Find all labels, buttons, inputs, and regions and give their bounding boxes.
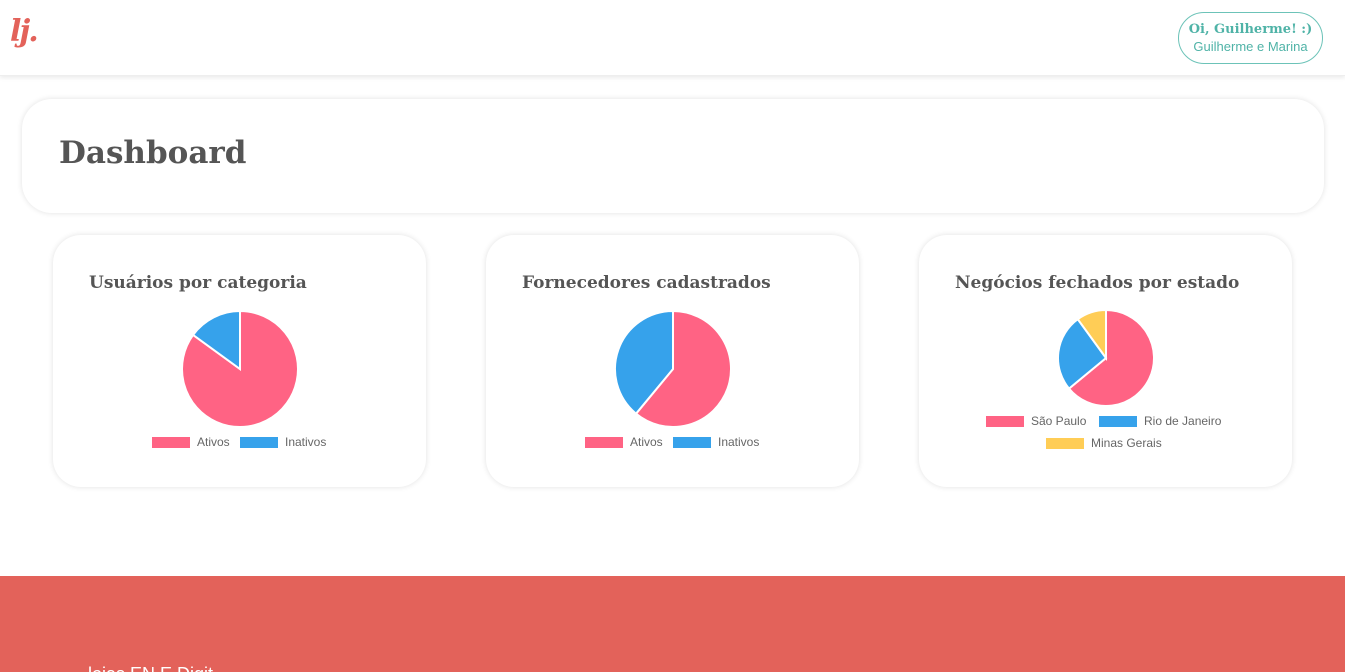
page-title: Dashboard — [59, 135, 247, 171]
top-navbar: lj. Oi, Guilherme! :) Guilherme e Marina — [0, 0, 1345, 76]
legend-item[interactable]: Ativos — [585, 435, 663, 449]
legend-swatch — [673, 436, 711, 448]
footer: lojas EN E Digit... — [0, 576, 1345, 672]
brand-logo[interactable]: lj. — [10, 14, 39, 49]
legend-label: Minas Gerais — [1091, 436, 1162, 450]
legend-label: Rio de Janeiro — [1144, 414, 1222, 428]
legend-item[interactable]: Rio de Janeiro — [1099, 414, 1221, 428]
legend-item[interactable]: Ativos — [152, 435, 230, 449]
legend-label: Ativos — [630, 435, 663, 449]
page-header-card: Dashboard — [22, 99, 1324, 213]
pie-chart-users — [181, 309, 299, 428]
user-greeting: Oi, Guilherme! :) — [1188, 22, 1313, 37]
footer-text: lojas EN E Digit... — [88, 664, 228, 672]
chart-title: Usuários por categoria — [89, 273, 307, 293]
pie-chart-deals — [1057, 308, 1155, 407]
legend-item[interactable]: Inativos — [673, 435, 759, 449]
legend-item[interactable]: Minas Gerais — [1046, 436, 1162, 450]
legend-label: Inativos — [718, 435, 760, 449]
legend-label: São Paulo — [1031, 414, 1087, 428]
legend-swatch — [986, 415, 1024, 427]
legend-swatch — [1099, 415, 1137, 427]
chart-card-suppliers: Fornecedores cadastrados Ativos Inativos — [486, 235, 859, 487]
chart-title: Fornecedores cadastrados — [522, 273, 771, 293]
legend-label: Ativos — [197, 435, 230, 449]
chart-card-deals: Negócios fechados por estado São Paulo R… — [919, 235, 1292, 487]
legend-swatch — [585, 436, 623, 448]
legend-swatch — [152, 436, 190, 448]
legend-swatch — [1046, 437, 1084, 449]
legend-item[interactable]: Inativos — [240, 435, 326, 449]
legend-label: Inativos — [285, 435, 327, 449]
legend-item[interactable]: São Paulo — [986, 414, 1086, 428]
chart-title: Negócios fechados por estado — [955, 273, 1240, 293]
legend-swatch — [240, 436, 278, 448]
pie-chart-suppliers — [614, 309, 732, 428]
user-account-name: Guilherme e Marina — [1193, 39, 1308, 54]
chart-card-users: Usuários por categoria Ativos Inativos — [53, 235, 426, 487]
user-menu-button[interactable]: Oi, Guilherme! :) Guilherme e Marina — [1178, 12, 1323, 64]
